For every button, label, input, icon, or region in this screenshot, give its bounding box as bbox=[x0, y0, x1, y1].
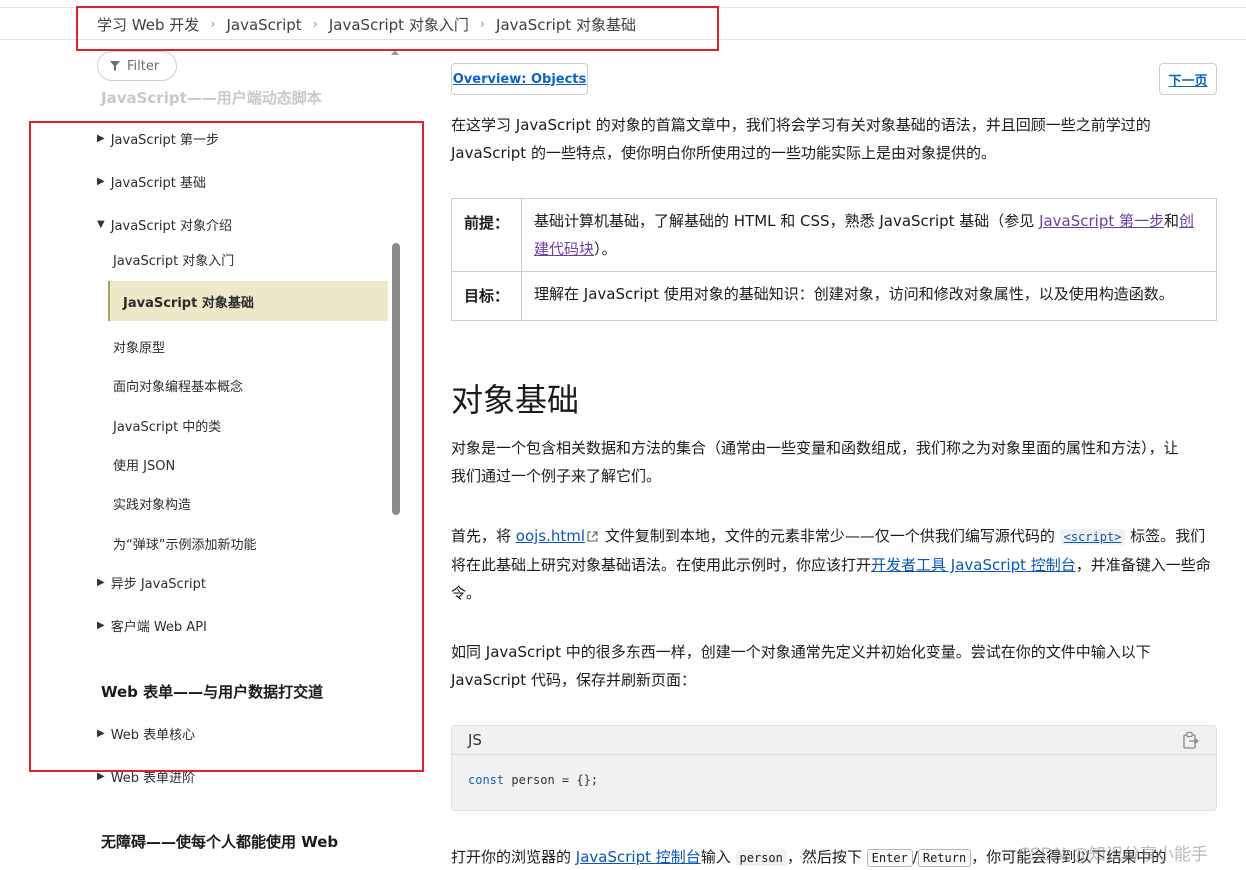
sidebar-item-label: 客户端 Web API bbox=[110, 620, 207, 635]
text: 首先，将 bbox=[451, 527, 516, 545]
sidebar-subitem-objects-intro[interactable]: JavaScript 对象入门 bbox=[113, 250, 234, 269]
enter-key: Enter bbox=[866, 849, 913, 867]
sidebar-item-objects[interactable]: ▼ JavaScript 对象介绍 bbox=[97, 215, 232, 234]
paragraph-object-definition: 对象是一个包含相关数据和方法的集合（通常由一些变量和函数组成，我们称之为对象里面… bbox=[451, 439, 1179, 485]
goal-label: 目标： bbox=[452, 272, 522, 320]
code-keyword: const bbox=[468, 773, 505, 787]
overview-objects-link[interactable]: Overview: Objects bbox=[451, 63, 588, 95]
prereq-label: 前提： bbox=[452, 199, 522, 271]
code-content: const person = {}; bbox=[452, 755, 1216, 805]
sidebar-subitem-json[interactable]: 使用 JSON bbox=[113, 455, 175, 474]
expand-triangle-icon: ▶ bbox=[97, 771, 105, 782]
breadcrumb-item-learn[interactable]: 学习 Web 开发 bbox=[97, 14, 199, 35]
breadcrumb-item-current[interactable]: JavaScript 对象基础 bbox=[496, 14, 636, 35]
sidebar-section-heading-forms: Web 表单——与用户数据打交道 bbox=[101, 683, 324, 701]
text: 文件复制到本地，文件的元素非常少——仅一个供我们编写源代码的 bbox=[600, 527, 1060, 545]
breadcrumb-separator-icon: › bbox=[312, 17, 318, 32]
sidebar-item-label: 异步 JavaScript bbox=[110, 577, 207, 592]
filter-button[interactable]: Filter bbox=[97, 51, 177, 81]
sidebar-section-heading-accessibility: 无障碍——使每个人都能使用 Web bbox=[101, 833, 339, 851]
sidebar-scrollbar-thumb[interactable] bbox=[392, 243, 400, 515]
sidebar-item-forms-advanced[interactable]: ▶ Web 表单进阶 bbox=[97, 767, 195, 786]
expand-triangle-icon: ▶ bbox=[97, 176, 105, 187]
goal-cell: 理解在 JavaScript 使用对象的基础知识：创建对象，访问和修改对象属性，… bbox=[534, 285, 1174, 303]
return-key: Return bbox=[917, 849, 972, 867]
prereq-cell: 基础计算机基础，了解基础的 HTML 和 CSS，熟悉 JavaScript 基… bbox=[522, 199, 1216, 271]
breadcrumb-separator-icon: › bbox=[479, 17, 486, 32]
external-link-icon bbox=[587, 531, 598, 542]
person-code: person bbox=[735, 850, 787, 866]
sidebar-item-label: JavaScript 第一步 bbox=[110, 133, 220, 148]
paragraph-create-object: 如同 JavaScript 中的很多东西一样，创建一个对象通常先定义并初始化变量… bbox=[451, 643, 1151, 689]
sidebar-item-async[interactable]: ▶ 异步 JavaScript bbox=[97, 573, 206, 592]
prereq-text: 和 bbox=[1164, 212, 1180, 230]
text: 输入 bbox=[700, 848, 736, 866]
breadcrumb-item-javascript[interactable]: JavaScript bbox=[226, 16, 301, 34]
first-steps-link[interactable]: JavaScript 第一步 bbox=[1039, 212, 1164, 230]
sidebar-item-label: JavaScript 基础 bbox=[110, 176, 207, 191]
table-row: 目标： 理解在 JavaScript 使用对象的基础知识：创建对象，访问和修改对… bbox=[452, 272, 1216, 320]
main-content: Overview: Objects 下一页 在这学习 JavaScript 的对… bbox=[404, 41, 1246, 870]
sidebar: Filter JavaScript——用户端动态脚本 ▶ JavaScript … bbox=[0, 41, 404, 870]
oojs-html-link[interactable]: oojs.html bbox=[516, 527, 585, 545]
sidebar-section-heading-js: JavaScript——用户端动态脚本 bbox=[101, 89, 322, 107]
text: 打开你的浏览器的 bbox=[451, 848, 576, 866]
paragraph-setup: 首先，将 oojs.html 文件复制到本地，文件的元素非常少——仅一个供我们编… bbox=[451, 522, 1216, 607]
code-block-header: JS bbox=[452, 726, 1216, 755]
sidebar-item-label: Web 表单核心 bbox=[110, 728, 196, 743]
js-console-link[interactable]: JavaScript 控制台 bbox=[576, 848, 701, 866]
sidebar-item-first-steps[interactable]: ▶ JavaScript 第一步 bbox=[97, 129, 219, 148]
sidebar-item-building-blocks[interactable]: ▶ JavaScript 基础 bbox=[97, 172, 206, 191]
breadcrumb: 学习 Web 开发 › JavaScript › JavaScript 对象入门… bbox=[97, 14, 636, 35]
sidebar-subitem-bouncing-balls[interactable]: 为“弹球”示例添加新功能 bbox=[113, 534, 256, 553]
scroll-up-arrow-icon[interactable] bbox=[391, 50, 399, 55]
filter-icon bbox=[110, 61, 120, 71]
breadcrumb-separator-icon: › bbox=[210, 17, 216, 32]
top-strip bbox=[0, 0, 1246, 8]
sidebar-subitem-oop[interactable]: 面向对象编程基本概念 bbox=[113, 376, 243, 395]
expand-triangle-icon: ▶ bbox=[97, 577, 105, 588]
expand-triangle-icon: ▶ bbox=[97, 620, 105, 631]
sidebar-subitem-prototypes[interactable]: 对象原型 bbox=[113, 337, 165, 356]
next-page-link[interactable]: 下一页 bbox=[1159, 63, 1217, 95]
sidebar-subitem-active[interactable]: JavaScript 对象基础 bbox=[108, 281, 388, 321]
breadcrumb-item-objects-intro[interactable]: JavaScript 对象入门 bbox=[329, 14, 469, 35]
sidebar-subitem-classes[interactable]: JavaScript 中的类 bbox=[113, 416, 221, 435]
sidebar-item-client-apis[interactable]: ▶ 客户端 Web API bbox=[97, 616, 207, 635]
code-language-label: JS bbox=[468, 731, 482, 749]
filter-label: Filter bbox=[127, 58, 160, 74]
expand-triangle-icon: ▶ bbox=[97, 728, 105, 739]
text: ，然后按下 bbox=[786, 848, 867, 866]
devtools-console-link[interactable]: 开发者工具 JavaScript 控制台 bbox=[871, 556, 1076, 574]
section-heading: 对象基础 bbox=[451, 381, 580, 419]
collapse-triangle-icon: ▼ bbox=[97, 219, 105, 230]
sidebar-item-label: Web 表单进阶 bbox=[110, 771, 196, 786]
intro-paragraph: 在这学习 JavaScript 的对象的首篇文章中，我们将会学习有关对象基础的语… bbox=[451, 116, 1151, 162]
watermark: CSDN @知识分享小能手 bbox=[1018, 845, 1208, 865]
code-block: JS const person = {}; bbox=[451, 725, 1217, 811]
sidebar-item-forms-core[interactable]: ▶ Web 表单核心 bbox=[97, 724, 195, 743]
prerequisites-table: 前提： 基础计算机基础，了解基础的 HTML 和 CSS，熟悉 JavaScri… bbox=[451, 198, 1217, 321]
breadcrumb-bar: 学习 Web 开发 › JavaScript › JavaScript 对象入门… bbox=[0, 8, 1246, 40]
expand-triangle-icon: ▶ bbox=[97, 133, 105, 144]
code-text: person = {}; bbox=[504, 773, 599, 787]
sidebar-item-label: JavaScript 对象介绍 bbox=[110, 219, 233, 234]
script-tag-code[interactable]: <script> bbox=[1059, 529, 1126, 545]
table-row: 前提： 基础计算机基础，了解基础的 HTML 和 CSS，熟悉 JavaScri… bbox=[452, 199, 1216, 272]
prereq-text: 基础计算机基础，了解基础的 HTML 和 CSS，熟悉 JavaScript 基… bbox=[534, 212, 1040, 230]
prereq-text: ）。 bbox=[594, 240, 617, 258]
sidebar-subitem-object-building[interactable]: 实践对象构造 bbox=[113, 494, 191, 513]
copy-icon[interactable] bbox=[1182, 731, 1200, 749]
